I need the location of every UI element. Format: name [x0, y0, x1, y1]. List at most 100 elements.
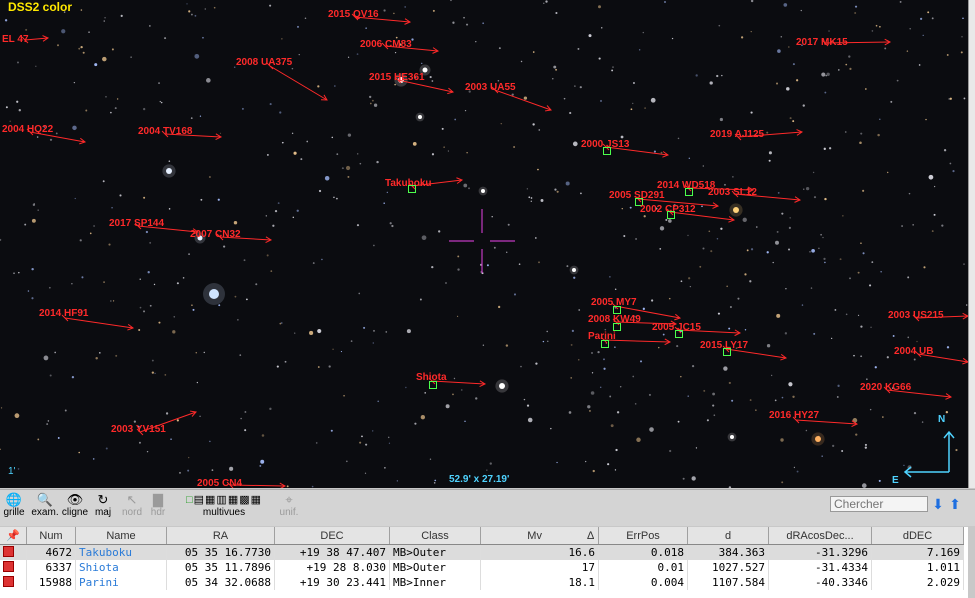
cell-ra: 05 35 11.7896: [166, 560, 275, 575]
grid-tool[interactable]: 🌐 grille: [3, 493, 25, 519]
cell-num: 4672: [26, 544, 76, 560]
col-errpos[interactable]: ErrPos: [598, 527, 688, 545]
object-label[interactable]: 2003 SL12: [708, 187, 757, 198]
cell-mv: 16.6: [480, 544, 599, 560]
compass-icon: [903, 430, 955, 478]
north-arrow-icon: ↖: [126, 492, 138, 507]
cell-ddec: 2.029: [871, 575, 964, 590]
col-name[interactable]: Name: [75, 527, 167, 545]
object-label[interactable]: 2006 CM83: [360, 39, 412, 50]
cell-dec: +19 28 8.030: [274, 560, 390, 575]
cell-dra: -31.3296: [768, 544, 872, 560]
survey-name: DSS2 color: [8, 0, 73, 14]
object-marker[interactable]: [723, 348, 731, 356]
histogram-icon: ▇: [153, 492, 163, 507]
object-marker[interactable]: [667, 211, 675, 219]
object-label[interactable]: 2004 UB: [894, 346, 933, 357]
object-label[interactable]: EL 47: [2, 34, 29, 45]
search-input[interactable]: [830, 496, 928, 512]
pin-icon: 📌: [6, 530, 20, 542]
object-label[interactable]: 2016 HY27: [769, 410, 819, 421]
arrow-up-icon: ⬆: [949, 496, 961, 512]
object-label[interactable]: 2014 HF91: [39, 308, 88, 319]
object-label[interactable]: 2008 UA375: [236, 57, 292, 68]
update-tool[interactable]: ↻ maj: [93, 493, 113, 519]
object-label[interactable]: 2004 HQ22: [2, 124, 53, 135]
multiview-icon: □▤▦▥▦▩▦: [185, 494, 262, 506]
cell-name-link[interactable]: Shiota: [75, 560, 167, 575]
cell-name-link[interactable]: Parini: [75, 575, 167, 590]
object-label[interactable]: 2007 CN32: [190, 229, 241, 240]
object-label[interactable]: 2015 HE361: [369, 72, 425, 83]
table-row[interactable]: 15988 Parini 05 34 32.0688 +19 30 23.441…: [0, 575, 964, 590]
object-label[interactable]: 2003 YV151: [111, 424, 166, 435]
scale-bar: 1': [8, 466, 16, 477]
object-label[interactable]: 2003 US215: [888, 310, 944, 321]
row-checkbox[interactable]: [0, 560, 27, 575]
field-of-view: 52.9' x 27.19': [449, 474, 510, 485]
cell-ra: 05 34 32.0688: [166, 575, 275, 590]
tool-label: cligne: [61, 507, 89, 518]
pin-column-header[interactable]: 📌: [0, 527, 27, 545]
object-marker[interactable]: [685, 188, 693, 196]
table-row[interactable]: 6337 Shiota 05 35 11.7896 +19 28 8.030 M…: [0, 560, 964, 575]
cell-errpos: 0.004: [598, 575, 688, 590]
col-mv[interactable]: Mv ∆: [480, 527, 599, 545]
multiview-tool[interactable]: □▤▦▥▦▩▦ multivues: [176, 493, 272, 518]
col-ddec[interactable]: dDEC: [871, 527, 964, 545]
tool-label: unif.: [279, 507, 299, 518]
object-marker[interactable]: [613, 306, 621, 314]
object-label[interactable]: 2004 TV168: [138, 126, 193, 137]
object-label[interactable]: 2015 QV16: [328, 9, 379, 20]
cell-d: 384.363: [687, 544, 769, 560]
object-marker[interactable]: [429, 381, 437, 389]
toolbar: 🌐 grille 🔍 exam. 👁 cligne ↻ maj ↖ nord ▇…: [0, 489, 975, 526]
object-marker[interactable]: [603, 147, 611, 155]
cell-ddec: 1.011: [871, 560, 964, 575]
cell-errpos: 0.01: [598, 560, 688, 575]
tool-label: hdr: [150, 507, 166, 518]
object-label[interactable]: 2005 CN4: [197, 478, 242, 488]
object-marker[interactable]: [675, 330, 683, 338]
compass-east: E: [892, 475, 899, 486]
north-tool[interactable]: ↖ nord: [120, 492, 144, 519]
object-label[interactable]: 2017 MK15: [796, 37, 848, 48]
object-marker[interactable]: [601, 340, 609, 348]
cell-mv: 17: [480, 560, 599, 575]
col-d[interactable]: d: [687, 527, 769, 545]
sort-icon: ∆: [587, 529, 594, 542]
magnifier-icon: 🔍: [36, 492, 54, 507]
cell-ddec: 7.169: [871, 544, 964, 560]
sky-view[interactable]: N E DSS2 color 1' 52.9' x 27.19' 2015 QV…: [0, 0, 968, 488]
object-label[interactable]: 2019 AJ125: [710, 129, 764, 140]
cell-name-link[interactable]: Takuboku: [75, 544, 167, 560]
col-dec[interactable]: DEC: [274, 527, 390, 545]
col-num[interactable]: Num: [26, 527, 76, 545]
row-checkbox[interactable]: [0, 575, 27, 590]
row-checkbox[interactable]: [0, 544, 27, 560]
blink-tool[interactable]: 👁 cligne: [60, 493, 90, 519]
cell-dra: -31.4334: [768, 560, 872, 575]
cell-num: 15988: [26, 575, 76, 590]
col-ra[interactable]: RA: [166, 527, 275, 545]
cell-mv: 18.1: [480, 575, 599, 590]
cell-dec: +19 30 23.441: [274, 575, 390, 590]
col-dracosdec[interactable]: dRAcosDec...: [768, 527, 872, 545]
search-down-button[interactable]: ⬇: [931, 496, 945, 512]
object-marker[interactable]: [613, 323, 621, 331]
object-marker[interactable]: [408, 185, 416, 193]
search-up-button[interactable]: ⬆: [948, 496, 962, 512]
table-row[interactable]: 4672 Takuboku 05 35 16.7730 +19 38 47.40…: [0, 544, 964, 560]
arrow-down-icon: ⬇: [932, 496, 944, 512]
object-label[interactable]: 2020 KG66: [860, 382, 911, 393]
hdr-tool[interactable]: ▇ hdr: [148, 492, 168, 519]
cell-ra: 05 35 16.7730: [166, 544, 275, 560]
table-header: 📌 Num Name RA DEC Class Mv ∆ ErrPos d dR…: [0, 527, 964, 545]
exam-tool[interactable]: 🔍 exam.: [30, 492, 60, 519]
object-label[interactable]: 2017 SP144: [109, 218, 164, 229]
object-label[interactable]: 2003 UA55: [465, 82, 516, 93]
cell-class: MB>Outer: [389, 560, 481, 575]
unif-tool[interactable]: ⌖ unif.: [277, 493, 301, 519]
col-class[interactable]: Class: [389, 527, 481, 545]
tool-label: nord: [121, 507, 142, 518]
